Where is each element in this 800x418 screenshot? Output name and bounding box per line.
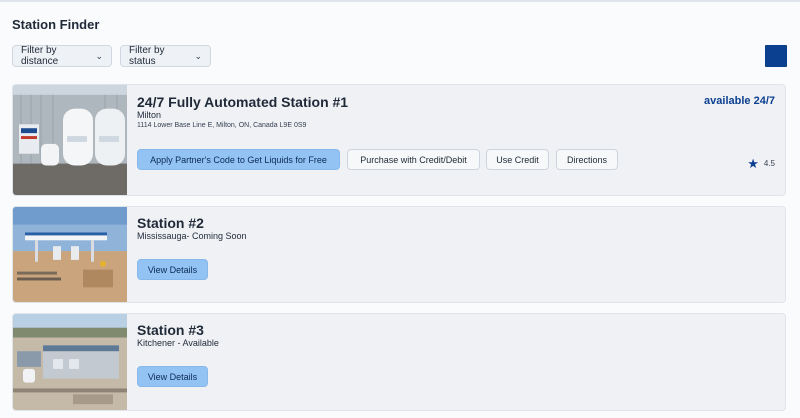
page-title: Station Finder (12, 17, 100, 32)
use-credit-button[interactable]: Use Credit (486, 149, 549, 170)
rating-value: 4.5 (763, 159, 775, 168)
apply-partner-code-button[interactable]: Apply Partner's Code to Get Liquids for … (137, 149, 340, 170)
filter-status-label: Filter by status (129, 45, 165, 67)
page: Station Finder Filter by distance ⌄ Filt… (0, 0, 800, 418)
station-2-image (13, 207, 127, 302)
station-2-body: Station #2 Mississauga- Coming Soon View… (137, 207, 785, 302)
filter-distance-dropdown[interactable]: Filter by distance ⌄ (12, 45, 112, 67)
station-city: Kitchener - Available (137, 338, 219, 348)
station-3-image (13, 314, 127, 410)
view-toggle-button[interactable] (765, 45, 787, 67)
station-city: Mississauga- Coming Soon (137, 231, 247, 241)
filter-status-dropdown[interactable]: Filter by status ⌄ (120, 45, 211, 67)
station-card[interactable]: Station #2 Mississauga- Coming Soon View… (12, 206, 786, 303)
station-card[interactable]: 24/7 Fully Automated Station #1 Milton 1… (12, 84, 786, 196)
directions-button[interactable]: Directions (556, 149, 618, 170)
view-details-button[interactable]: View Details (137, 259, 208, 280)
view-details-button[interactable]: View Details (137, 366, 208, 387)
rating: ★ 4.5 (747, 157, 775, 170)
filter-distance-label: Filter by distance (21, 45, 59, 67)
star-icon: ★ (747, 156, 759, 171)
station-3-body: Station #3 Kitchener - Available View De… (137, 314, 785, 410)
purchase-button[interactable]: Purchase with Credit/Debit (347, 149, 480, 170)
station-city: Milton (137, 110, 162, 120)
station-1-body: 24/7 Fully Automated Station #1 Milton 1… (137, 85, 785, 195)
station-address: 1114 Lower Base Line E, Milton, ON, Cana… (137, 122, 307, 129)
station-name: 24/7 Fully Automated Station #1 (137, 94, 349, 110)
station-name: Station #2 (137, 215, 204, 231)
chevron-down-icon: ⌄ (95, 50, 103, 61)
station-name: Station #3 (137, 322, 204, 338)
availability-badge: available 24/7 (704, 95, 775, 107)
station-1-image (13, 85, 127, 195)
chevron-down-icon: ⌄ (194, 50, 202, 61)
station-card[interactable]: Station #3 Kitchener - Available View De… (12, 313, 786, 411)
